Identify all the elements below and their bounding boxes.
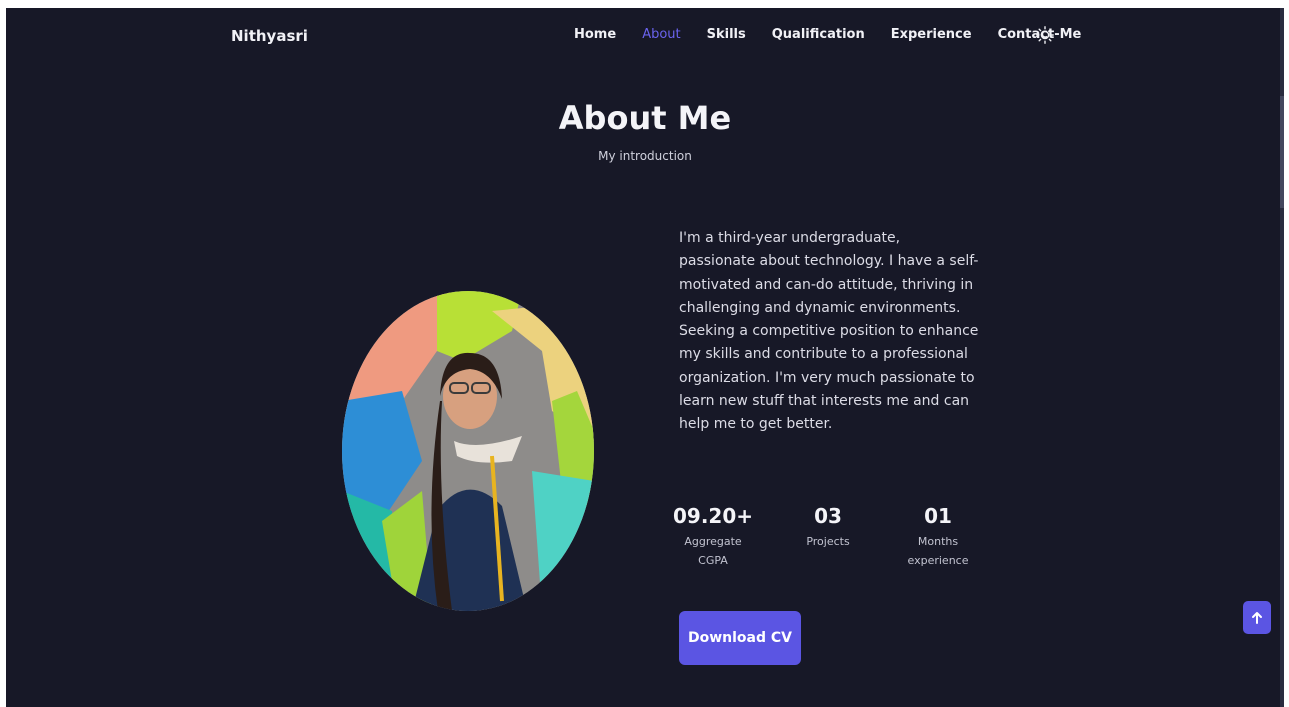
page-frame: Nithyasri Home About Skills Qualificatio… <box>6 8 1284 707</box>
stat-label: Projects <box>796 532 860 551</box>
stat-value: 01 <box>924 504 952 528</box>
stat-label-line: Months <box>917 535 959 548</box>
stat-label-line: experience <box>907 554 969 567</box>
stat-projects: 03 Projects <box>796 502 860 551</box>
stat-experience: 01 Months experience <box>901 502 975 570</box>
stat-label: Months experience <box>901 532 975 570</box>
nav-about[interactable]: About <box>642 27 680 42</box>
section-subtitle: My introduction <box>598 149 692 163</box>
download-cv-button[interactable]: Download CV <box>679 611 801 665</box>
stat-label: Aggregate CGPA <box>672 532 754 570</box>
sun-icon[interactable] <box>1036 26 1054 44</box>
nav-experience[interactable]: Experience <box>891 27 972 42</box>
stat-label-line: Projects <box>806 535 850 548</box>
stat-label-line: Aggregate <box>684 535 742 548</box>
profile-photo <box>342 291 594 611</box>
about-description: I'm a third-year undergraduate, passiona… <box>679 230 979 433</box>
scroll-up-button[interactable] <box>1243 601 1271 634</box>
brand-logo[interactable]: Nithyasri <box>231 27 308 45</box>
section-title: About Me <box>558 99 732 137</box>
stat-value: 03 <box>814 504 842 528</box>
stat-cgpa: 09.20+ Aggregate CGPA <box>672 502 754 570</box>
main-nav: Home About Skills Qualification Experien… <box>574 27 1081 42</box>
stat-value: 09.20+ <box>672 504 754 528</box>
nav-home[interactable]: Home <box>574 27 616 42</box>
stat-label-line: CGPA <box>698 554 728 567</box>
nav-qualification[interactable]: Qualification <box>772 27 865 42</box>
nav-skills[interactable]: Skills <box>707 27 746 42</box>
arrow-up-icon <box>1252 611 1262 624</box>
